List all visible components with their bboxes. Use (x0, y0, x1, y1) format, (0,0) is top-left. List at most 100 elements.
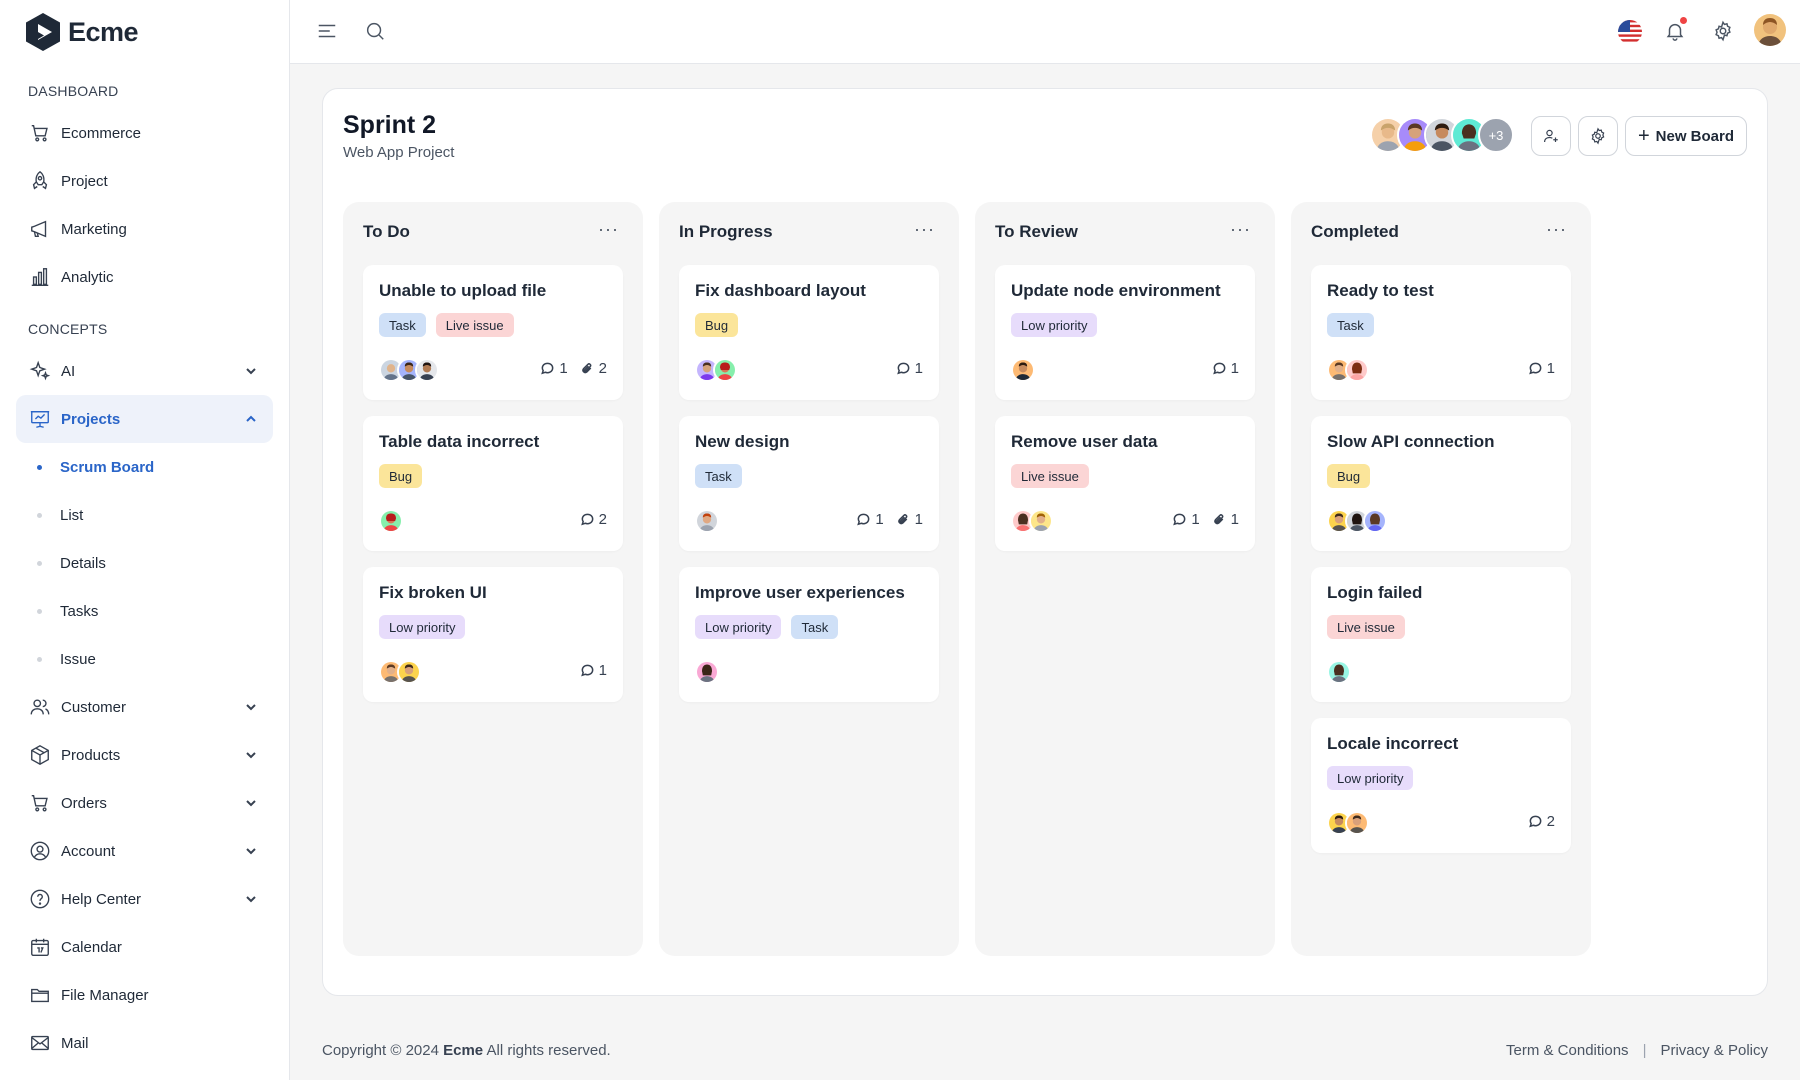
settings-button[interactable] (1710, 18, 1736, 44)
attachment-count: 2 (580, 360, 607, 377)
sidebar-item-orders[interactable]: Orders (16, 779, 273, 827)
user-avatar[interactable] (1754, 14, 1786, 46)
task-card[interactable]: Slow API connection Bug (1311, 416, 1571, 551)
tag-low-priority: Low priority (1011, 313, 1098, 337)
tag-low-priority: Low priority (695, 615, 782, 639)
us-flag-icon[interactable] (1618, 20, 1642, 44)
menu-toggle-button[interactable] (314, 18, 340, 44)
avatar (695, 509, 719, 533)
card-tags: Task (695, 464, 742, 488)
search-button[interactable] (362, 18, 388, 44)
sidebar-item-account[interactable]: Account (16, 827, 273, 875)
card-meta: 1 (1212, 360, 1239, 377)
sidebar-item-calendar[interactable]: Calendar (16, 923, 273, 971)
column-more-icon[interactable]: ··· (1230, 219, 1251, 240)
brand-logo[interactable]: Ecme (24, 12, 139, 52)
avatar (695, 660, 719, 684)
terms-link[interactable]: Term & Conditions (1506, 1042, 1629, 1059)
card-tags: Low priority (1327, 766, 1414, 790)
sparkles-icon (29, 360, 51, 382)
chevron-down-icon (243, 747, 259, 763)
sidebar-item-help-center[interactable]: Help Center (16, 875, 273, 923)
brand-name: Ecme (68, 16, 139, 47)
card-tags: Bug (695, 313, 739, 337)
avatar (397, 660, 421, 684)
comment-icon (580, 664, 594, 677)
sidebar-subitem-details[interactable]: Details (16, 543, 273, 583)
sidebar-item-ecommerce[interactable]: Ecommerce (16, 109, 273, 157)
task-card[interactable]: Fix dashboard layout Bug 1 (679, 265, 939, 400)
comment-count: 1 (856, 511, 884, 528)
card-title: Slow API connection (1327, 432, 1495, 451)
logo-icon (26, 13, 60, 51)
section-title-dashboard: DASHBOARD (28, 83, 119, 99)
sidebar-item-label: File Manager (61, 986, 149, 1004)
column-more-icon[interactable]: ··· (598, 219, 619, 240)
tag-live-issue: Live issue (1011, 464, 1089, 488)
sidebar-item-file-manager[interactable]: File Manager (16, 971, 273, 1019)
sidebar-item-products[interactable]: Products (16, 731, 273, 779)
sidebar-item-label: Projects (61, 410, 121, 428)
bullet-dot (37, 513, 42, 518)
privacy-link[interactable]: Privacy & Policy (1660, 1042, 1768, 1059)
card-assignees (695, 509, 719, 533)
card-assignees (379, 509, 403, 533)
sidebar-item-mail[interactable]: Mail (16, 1019, 273, 1067)
card-assignees (695, 660, 719, 684)
sidebar-subitem-list[interactable]: List (16, 495, 273, 535)
page-title: Sprint 2 (343, 111, 437, 139)
card-meta: 1 (1528, 360, 1555, 377)
cart-icon (29, 122, 51, 144)
cart-icon (29, 792, 51, 814)
avatar (1345, 811, 1369, 835)
avatar (1345, 358, 1369, 382)
sidebar-subitem-scrum-board[interactable]: Scrum Board (16, 447, 273, 487)
tag-task: Task (695, 464, 742, 488)
sidebar-item-customer[interactable]: Customer (16, 683, 273, 731)
page-subtitle: Web App Project (343, 144, 455, 161)
add-member-button[interactable] (1531, 116, 1571, 156)
board-settings-button[interactable] (1578, 116, 1618, 156)
task-card[interactable]: Fix broken UI Low priority 1 (363, 567, 623, 702)
task-card[interactable]: Login failed Live issue (1311, 567, 1571, 702)
task-card[interactable]: Locale incorrect Low priority 2 (1311, 718, 1571, 853)
column-more-icon[interactable]: ··· (1546, 219, 1567, 240)
task-card[interactable]: Unable to upload file Task Live issue 1 … (363, 265, 623, 400)
sidebar-item-project[interactable]: Project (16, 157, 273, 205)
task-card[interactable]: Update node environment Low priority 1 (995, 265, 1255, 400)
chevron-down-icon (243, 891, 259, 907)
sidebar-item-ai[interactable]: AI (16, 347, 273, 395)
chevron-down-icon (243, 699, 259, 715)
sidebar-item-marketing[interactable]: Marketing (16, 205, 273, 253)
tag-bug: Bug (695, 313, 739, 337)
board-members[interactable]: +3 (1370, 117, 1514, 153)
task-card[interactable]: Remove user data Live issue 1 1 (995, 416, 1255, 551)
comment-count: 1 (580, 662, 607, 679)
attachment-count: 1 (896, 511, 923, 528)
new-board-button[interactable]: + New Board (1625, 116, 1747, 156)
sidebar-item-label: Project (61, 172, 108, 190)
copyright: Copyright © 2024 Ecme All rights reserve… (322, 1042, 611, 1059)
tag-task: Task (1327, 313, 1374, 337)
board-column-in-progress: In Progress ··· Fix dashboard layout Bug… (659, 202, 959, 956)
card-meta: 1 1 (1172, 511, 1239, 528)
sidebar-subitem-tasks[interactable]: Tasks (16, 591, 273, 631)
task-card[interactable]: Table data incorrect Bug 2 (363, 416, 623, 551)
notification-button[interactable] (1662, 16, 1688, 44)
sidebar-item-analytic[interactable]: Analytic (16, 253, 273, 301)
sidebar-item-projects[interactable]: Projects (16, 395, 273, 443)
sidebar-item-label: Account (61, 842, 116, 860)
card-tags: Live issue (1327, 615, 1405, 639)
task-card[interactable]: Improve user experiences Low priority Ta… (679, 567, 939, 702)
card-meta: 1 2 (540, 360, 607, 377)
card-title: Locale incorrect (1327, 734, 1459, 753)
sidebar-item-label: Calendar (61, 938, 122, 956)
tag-low-priority: Low priority (1327, 766, 1414, 790)
task-card[interactable]: New design Task 1 1 (679, 416, 939, 551)
footer-separator: | (1642, 1042, 1647, 1059)
column-more-icon[interactable]: ··· (914, 219, 935, 240)
sidebar-item-label: Customer (61, 698, 127, 716)
task-card[interactable]: Ready to test Task 1 (1311, 265, 1571, 400)
sidebar-subitem-issue[interactable]: Issue (16, 639, 273, 679)
card-title: Update node environment (1011, 281, 1221, 300)
